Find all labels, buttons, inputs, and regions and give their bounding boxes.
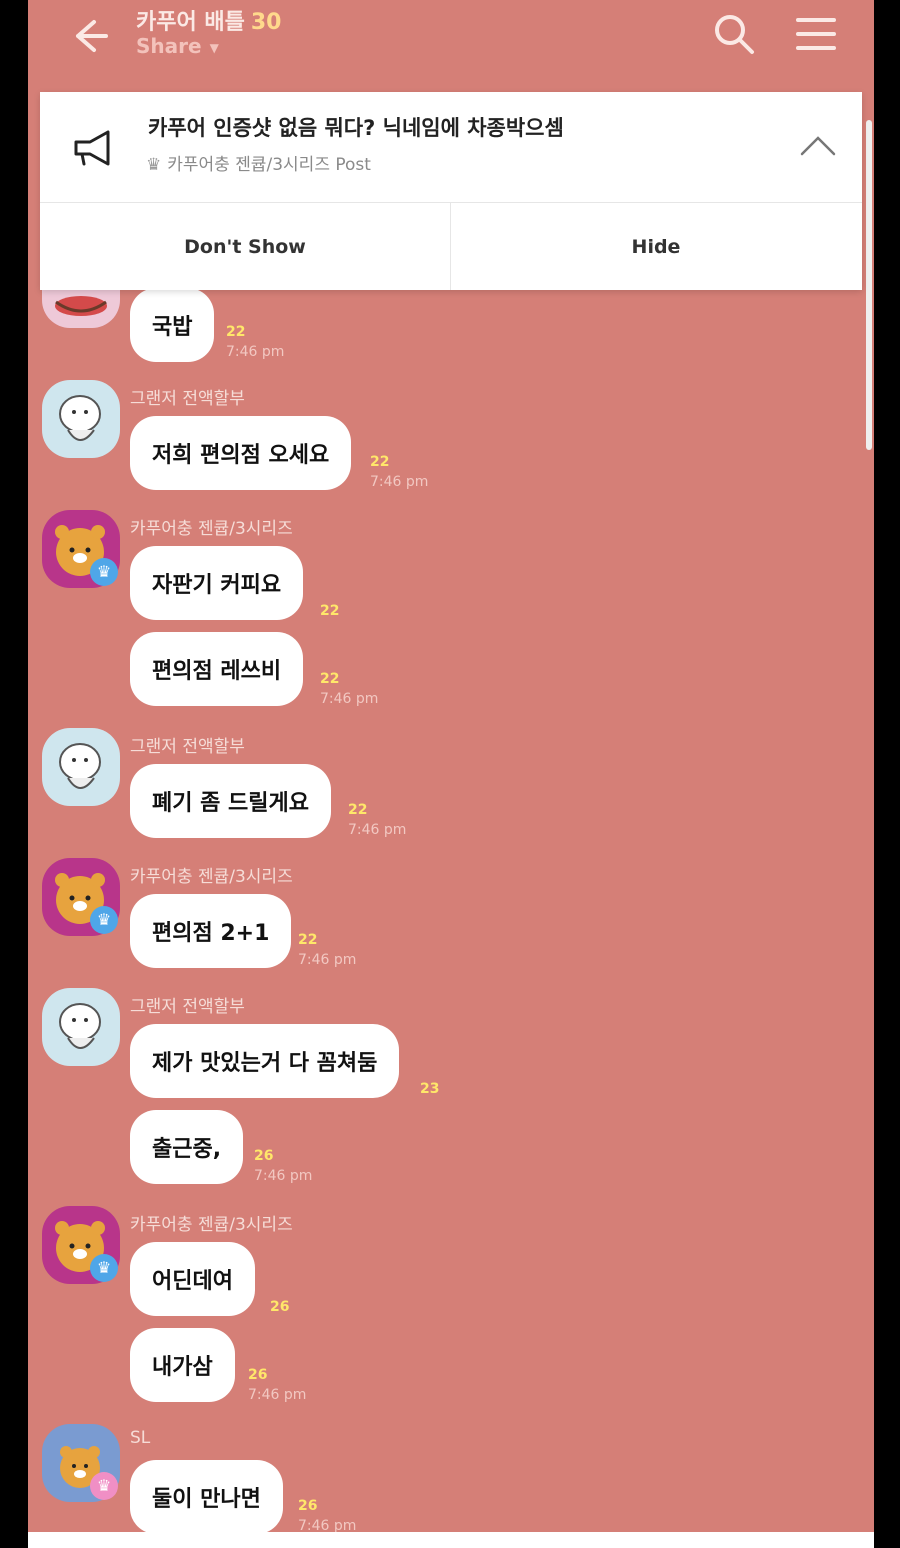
message-bubble[interactable]: 출근중, [130, 1110, 244, 1184]
crown-icon: ♛ [146, 155, 162, 175]
hide-button[interactable]: Hide [451, 203, 861, 290]
unread-count: 22 [320, 603, 340, 619]
unread-count: 26 [270, 1299, 290, 1315]
message-bubble[interactable]: 둘이 만나면 [130, 1460, 283, 1534]
notice-sub: ♛ 카푸어충 젠큡/3시리즈 Post [146, 150, 371, 175]
message-bubble[interactable]: 자판기 커피요 [130, 546, 304, 620]
member-count: 30 [250, 10, 282, 35]
notice-text[interactable]: 카푸어 인증샷 없음 뭐다? 닉네임에 차종박으셈 [148, 112, 564, 142]
message-bubble[interactable]: 국밥 [130, 288, 215, 362]
sketch-avatar-icon [59, 743, 101, 789]
message-bubble[interactable]: 어딘데여 [130, 1242, 255, 1316]
unread-count: 22 [298, 932, 318, 948]
sender-name: 카푸어충 젠큡/3시리즈 [130, 519, 293, 539]
message-bubble[interactable]: 저희 편의점 오세요 [130, 416, 352, 490]
share-label: Share [136, 34, 202, 58]
chat-title[interactable]: 카푸어 배틀 30 [136, 4, 282, 36]
unread-count: 26 [298, 1498, 318, 1514]
message-meta: 22 7:46 pm [370, 452, 428, 492]
chat-title-text: 카푸어 배틀 [136, 10, 245, 35]
share-button[interactable]: Share ▼ [136, 34, 219, 58]
sender-name: 카푸어충 젠큡/3시리즈 [130, 1215, 293, 1235]
message-time: 7:46 pm [298, 952, 357, 968]
crown-badge-icon: ♛ [90, 558, 118, 586]
crown-badge-icon: ♛ [90, 906, 118, 934]
message-meta: 23 [420, 1079, 439, 1099]
message-meta: 22 7:46 pm [348, 800, 406, 840]
bottom-edge [28, 1532, 874, 1548]
message-meta: 26 7:46 pm [248, 1365, 306, 1405]
unread-count: 22 [348, 802, 368, 818]
avatar[interactable] [42, 728, 120, 806]
search-icon[interactable] [712, 12, 756, 56]
sender-name: 카푸어충 젠큡/3시리즈 [130, 867, 293, 887]
sender-name: 그랜저 전액할부 [130, 737, 245, 757]
sketch-avatar-icon [59, 1003, 101, 1049]
message-bubble[interactable]: 편의점 레쓰비 [130, 632, 304, 706]
notice-banner: 카푸어 인증샷 없음 뭐다? 닉네임에 차종박으셈 ♛ 카푸어충 젠큡/3시리즈 … [40, 92, 862, 290]
message-time: 7:46 pm [370, 474, 429, 490]
crown-badge-icon: ♛ [90, 1254, 118, 1282]
message-meta: 22 7:46 pm [320, 669, 378, 709]
back-arrow-icon[interactable] [66, 14, 110, 58]
avatar[interactable] [42, 988, 120, 1066]
scrollbar[interactable] [866, 120, 872, 450]
message-time: 7:46 pm [348, 822, 407, 838]
sketch-avatar-icon [59, 395, 101, 441]
message-bubble[interactable]: 내가삼 [130, 1328, 235, 1402]
message-meta: 22 [320, 601, 339, 621]
chat-screen: 카푸어 배틀 30 Share ▼ 국밥 22 7:46 pm 그랜저 전액할부… [28, 0, 874, 1548]
avatar[interactable] [42, 380, 120, 458]
message-meta: 26 [270, 1297, 289, 1317]
message-meta: 22 7:46 pm [298, 930, 356, 970]
message-bubble[interactable]: 제가 맛있는거 다 꼼쳐둠 [130, 1024, 400, 1098]
message-meta: 26 7:46 pm [298, 1496, 356, 1536]
chat-header: 카푸어 배틀 30 Share ▼ [28, 0, 874, 90]
chevron-up-icon[interactable] [798, 132, 838, 160]
unread-count: 22 [226, 324, 246, 340]
unread-count: 26 [248, 1367, 268, 1383]
megaphone-icon [74, 130, 110, 166]
message-meta: 22 7:46 pm [226, 322, 284, 362]
message-time: 7:46 pm [320, 691, 379, 707]
unread-count: 23 [420, 1081, 440, 1097]
message-bubble[interactable]: 폐기 좀 드릴게요 [130, 764, 331, 838]
message-time: 7:46 pm [248, 1387, 307, 1403]
unread-count: 22 [320, 671, 340, 687]
dont-show-button[interactable]: Don't Show [40, 203, 450, 290]
hamburger-menu-icon[interactable] [794, 14, 838, 54]
sender-name: 그랜저 전액할부 [130, 389, 245, 409]
caret-down-icon: ▼ [209, 40, 219, 55]
message-time: 7:46 pm [254, 1168, 313, 1184]
message-bubble[interactable]: 편의점 2+1 [130, 894, 292, 968]
message-time: 7:46 pm [226, 344, 285, 360]
crown-badge-icon: ♛ [90, 1472, 118, 1500]
notice-author: 카푸어충 젠큡/3시리즈 Post [167, 155, 371, 175]
message-meta: 26 7:46 pm [254, 1146, 312, 1186]
unread-count: 22 [370, 454, 390, 470]
unread-count: 26 [254, 1148, 274, 1164]
sender-name: 그랜저 전액할부 [130, 997, 245, 1017]
sender-name: SL [130, 1428, 151, 1448]
